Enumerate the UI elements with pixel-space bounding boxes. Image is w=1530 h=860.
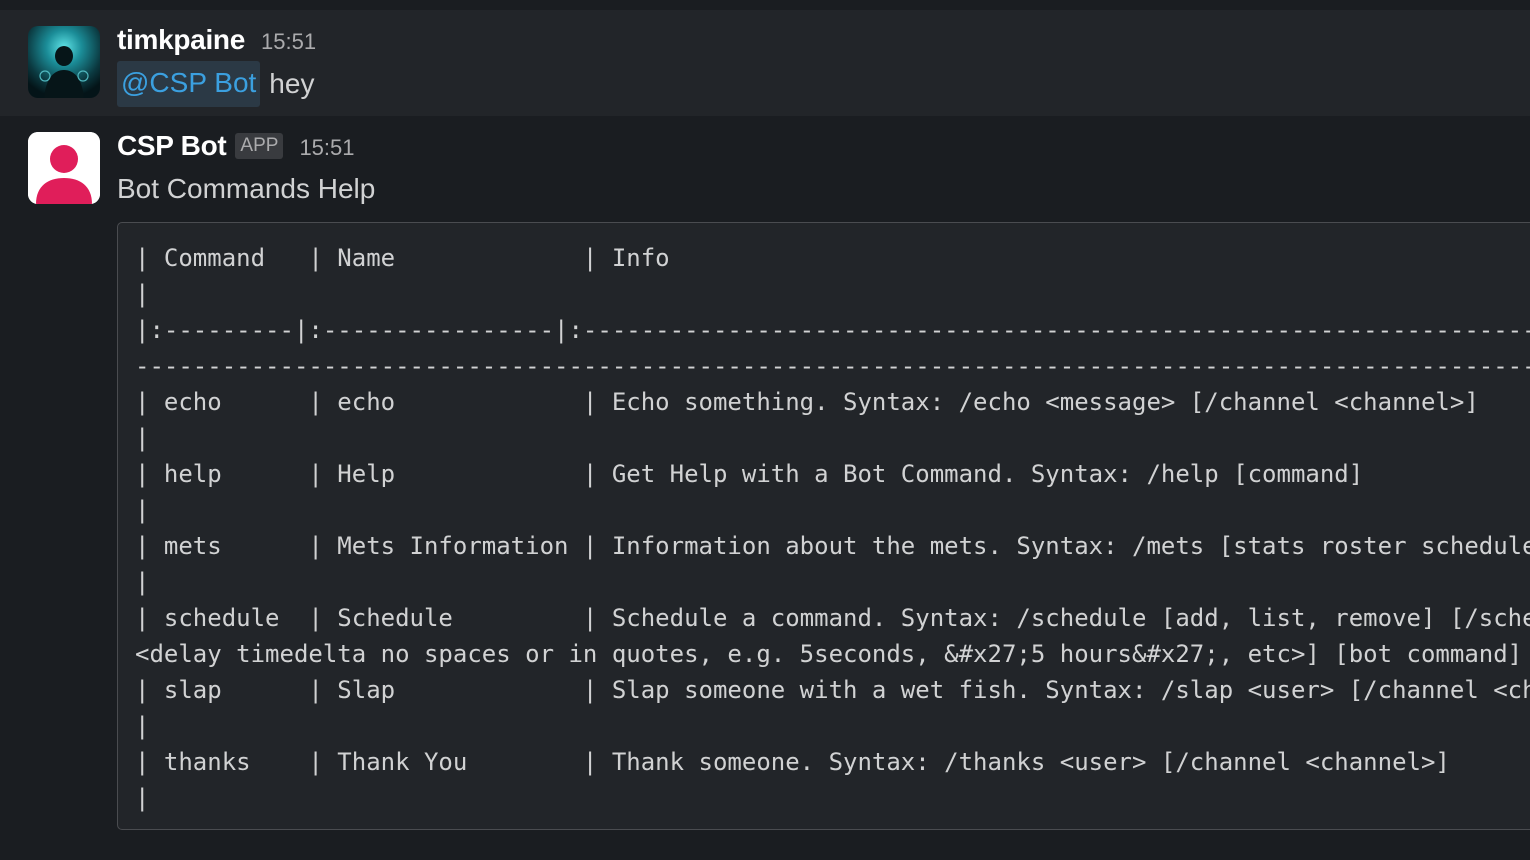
message-header: CSP Bot APP 15:51 (117, 130, 355, 163)
code-line: | echo | echo | Echo something. Syntax: … (135, 388, 1479, 416)
code-line: ----------------------------------------… (135, 352, 1530, 380)
code-line: | (135, 712, 150, 740)
code-line: | (135, 784, 150, 812)
code-line: | Command | Name | Info (135, 244, 670, 272)
message-timestamp[interactable]: 15:51 (299, 135, 354, 161)
code-line: | help | Help | Get Help with a Bot Comm… (135, 460, 1364, 488)
message-timkpaine[interactable]: timkpaine 15:51 @CSP Bot hey (0, 10, 1530, 116)
code-line: | (135, 280, 150, 308)
bot-avatar[interactable] (28, 132, 100, 204)
app-badge: APP (235, 133, 284, 159)
code-line: | schedule | Schedule | Schedule a comma… (135, 604, 1530, 632)
code-line: | (135, 568, 150, 596)
sender-name[interactable]: timkpaine (117, 24, 245, 56)
user-avatar[interactable] (28, 26, 100, 98)
code-line: | (135, 496, 150, 524)
message-csp-bot[interactable]: CSP Bot APP 15:51 Bot Commands Help | Co… (0, 116, 1530, 860)
top-strip (0, 0, 1530, 10)
user-photo-avatar-icon (28, 26, 100, 98)
message-header: timkpaine 15:51 (117, 24, 316, 56)
message-text: Bot Commands Help (117, 173, 376, 204)
sender-name[interactable]: CSP Bot (117, 130, 227, 162)
code-line: | thanks | Thank You | Thank someone. Sy… (135, 748, 1450, 776)
code-line: | (135, 424, 150, 452)
message-timestamp[interactable]: 15:51 (261, 29, 316, 55)
message-text: hey (269, 68, 315, 99)
user-mention[interactable]: @CSP Bot (117, 61, 261, 107)
code-block[interactable]: | Command | Name | Info | |:---------|:-… (117, 222, 1530, 830)
person-silhouette-icon (28, 132, 100, 204)
code-line: |:---------|:----------------|:---------… (135, 316, 1530, 344)
message-body: @CSP Bot hey (117, 61, 314, 107)
code-line: | mets | Mets Information | Information … (135, 532, 1530, 560)
code-line: | slap | Slap | Slap someone with a wet … (135, 676, 1530, 704)
code-line: <delay timedelta no spaces or in quotes,… (135, 640, 1523, 668)
